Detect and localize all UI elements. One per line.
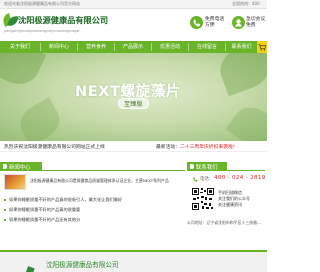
- hero-banner[interactable]: NEXT螺旋藻片 至臻版: [0, 53, 267, 141]
- tel-number[interactable]: 400 - 024 - 2819: [214, 175, 266, 181]
- banner-subtitle: 至臻版: [118, 98, 149, 109]
- nav-item-news[interactable]: 新闻中心: [41, 41, 77, 53]
- list-bullet-icon: [4, 209, 6, 211]
- news-item-text: 沈阳极源健康品有限公司是保健食品质量管理体系认证企业，主营NEXT系列产品: [30, 178, 169, 183]
- latest-activity-label: 最新活动：: [156, 145, 180, 150]
- news-item-text: 如果你睡眠质量不好的产品还有其他分: [9, 217, 81, 222]
- news-item-text: 如果你睡眠质量不好的产品真的很重要: [9, 207, 81, 212]
- list-bullet-icon: [4, 199, 6, 201]
- welcome-text: 欢迎光临沈阳极源健康品有限公司官方网站: [4, 1, 80, 6]
- nav-item-nutrition[interactable]: 营养食养: [78, 41, 114, 53]
- footer-company-name: 沈阳极源健康品有限公司: [46, 261, 119, 269]
- brand-name: 沈阳极源健康品有限公司: [18, 15, 109, 25]
- news-list-item[interactable]: 沈阳极源健康品有限公司是保健食品质量管理体系认证企业，主营NEXT系列产品: [30, 177, 182, 186]
- leaf-decoration: [0, 53, 47, 92]
- wechat-qr-code: [191, 187, 215, 211]
- banner-title: NEXT螺旋藻片: [75, 84, 181, 100]
- nav-item-offers[interactable]: 优惠活动: [152, 41, 188, 53]
- phone-icon: [193, 176, 198, 182]
- list-bullet-icon: [4, 219, 6, 221]
- header-phone-label: 免费电话 方便: [205, 17, 225, 28]
- company-address: 公司地址：辽宁省沈阳市和平区十三纬路...: [187, 220, 261, 225]
- leaf-decoration: [225, 99, 267, 141]
- latest-activity-text: 二十三周年庆折扣来袭啦！: [180, 145, 238, 150]
- footer-logo[interactable]: [24, 256, 40, 272]
- news-thumbnail[interactable]: [4, 174, 26, 190]
- news-list-item[interactable]: 如果你睡眠质量不好的产品真的很重要: [4, 206, 182, 215]
- announcement-text[interactable]: 热烈庆祝沈阳极源健康品有限公司网站正式上线: [4, 143, 105, 150]
- announcement-bar: 热烈庆祝沈阳极源健康品有限公司网站正式上线 最新活动：二十三周年庆折扣来袭啦！: [0, 141, 267, 152]
- news-list-item[interactable]: 如果你睡眠质量不好的产品还有其他分: [4, 216, 182, 225]
- section-bullet-icon: [3, 164, 7, 169]
- site-footer: 沈阳极源健康品有限公司: [0, 250, 267, 272]
- news-section-underline: [0, 170, 185, 171]
- header-service-label: 急切会议 免费: [246, 17, 266, 28]
- main-nav: 关于我们 新闻中心 营养食养 产品展示 优惠活动 在线留言 联系我们: [0, 41, 267, 53]
- nav-item-about[interactable]: 关于我们: [2, 41, 38, 53]
- qr-caption: 手机扫描微信 关注我们的公众号 关注健康资讯: [218, 190, 250, 208]
- tel-label: 电话：: [200, 177, 214, 182]
- service-icon: [232, 16, 245, 29]
- nav-item-contact[interactable]: 联系我们: [226, 41, 257, 53]
- hotline-text: 全国热线：400: [232, 1, 260, 6]
- company-logo[interactable]: [1, 12, 19, 29]
- nav-item-products[interactable]: 产品展示: [115, 41, 151, 53]
- brand-slogan: yangshijiyuanjiankangpinyouxiangongsi: [4, 29, 80, 33]
- news-item-text: 如果你睡眠质量不好的产品真的很吸引人，最大化让我们做好: [9, 197, 123, 202]
- logo-leaf-icon: [24, 266, 35, 272]
- shopping-cart-icon[interactable]: [257, 41, 267, 53]
- news-list-item[interactable]: 如果你睡眠质量不好的产品真的很吸引人，最大化让我们做好: [4, 196, 182, 205]
- site-header: 沈阳极源健康品有限公司 yangshijiyuanjiankangpinyoux…: [0, 9, 267, 41]
- leaf-decoration: [14, 97, 66, 141]
- nav-item-message[interactable]: 在线留言: [189, 41, 225, 53]
- latest-activity[interactable]: 最新活动：二十三周年庆折扣来袭啦！: [156, 143, 238, 150]
- contact-panel: 电话： 400 - 024 - 2819 手机扫描微信 关注我们的公众号 关注健…: [187, 171, 265, 241]
- phone-icon: [190, 16, 203, 29]
- top-bar: 欢迎光临沈阳极源健康品有限公司官方网站 全国热线：400: [0, 0, 267, 9]
- section-bullet-icon: [190, 164, 194, 169]
